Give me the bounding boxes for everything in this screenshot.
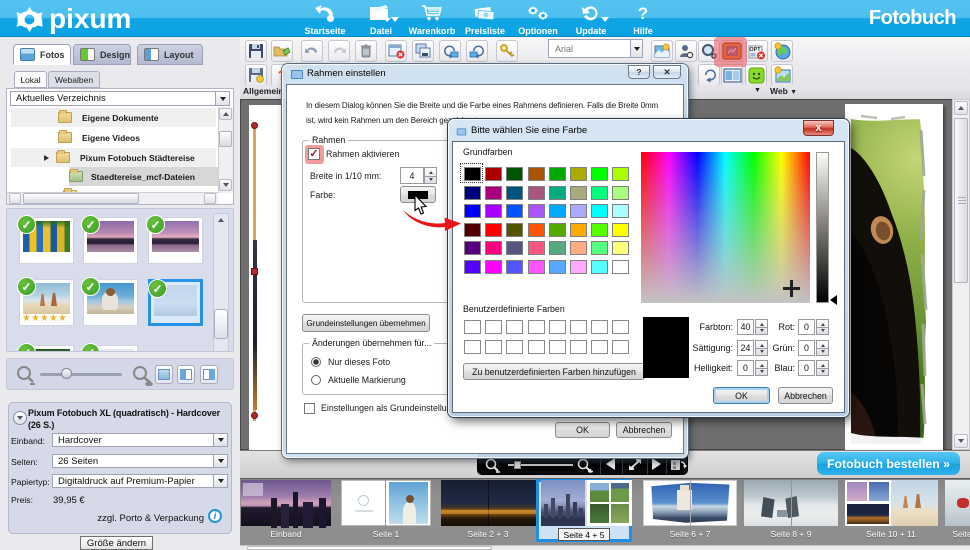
svg-text:?: ?	[638, 4, 648, 23]
